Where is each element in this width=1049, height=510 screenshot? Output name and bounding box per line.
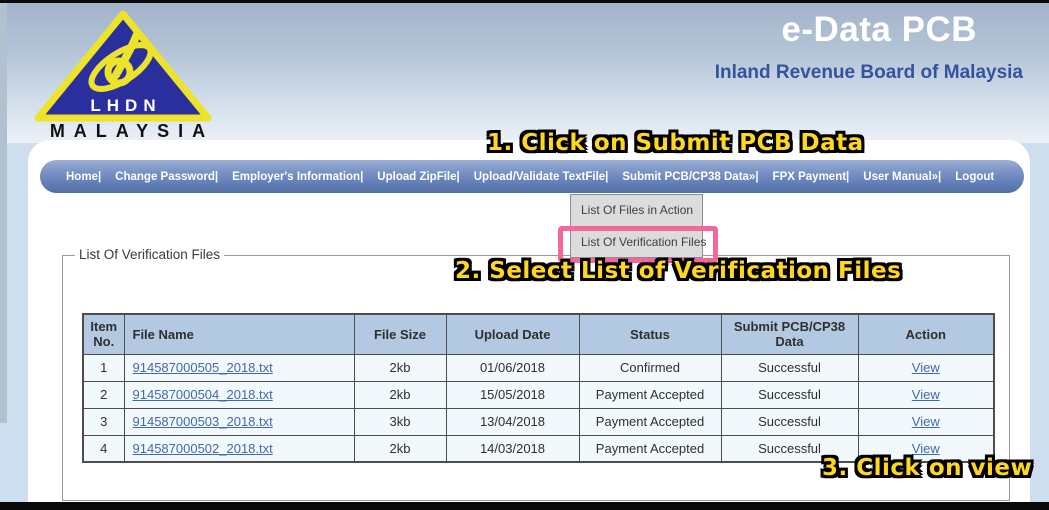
header-upload-date: Upload Date <box>445 313 580 355</box>
nav-item-user-manual[interactable]: User Manual»| <box>863 171 941 183</box>
cell-upload-date: 14/03/2018 <box>445 434 580 463</box>
file-link[interactable]: 914587000503_2018.txt <box>133 414 273 429</box>
header-file-size: File Size <box>353 313 447 355</box>
cell-file-name: 914587000502_2018.txt <box>123 434 355 463</box>
nav-item-logout[interactable]: Logout <box>955 171 994 183</box>
main-navbar: Home| Change Password| Employer's Inform… <box>40 160 1024 193</box>
cell-status: Payment Accepted <box>578 434 722 463</box>
file-link[interactable]: 914587000504_2018.txt <box>133 387 273 402</box>
nav-item-fpx-payment[interactable]: FPX Payment| <box>773 171 850 183</box>
bottom-border <box>0 502 1049 510</box>
cell-item-no: 1 <box>82 353 125 382</box>
cell-item-no: 3 <box>82 407 125 436</box>
cell-file-size: 2kb <box>353 380 447 409</box>
table-row: 3 914587000503_2018.txt 3kb 13/04/2018 P… <box>82 407 995 436</box>
view-link[interactable]: View <box>912 387 940 402</box>
cell-item-no: 4 <box>82 434 125 463</box>
view-link[interactable]: View <box>912 441 940 456</box>
nav-item-submit-pcb-cp38-data[interactable]: Submit PCB/CP38 Data»| <box>622 171 758 183</box>
logo-acronym: LHDN <box>90 96 162 115</box>
file-link[interactable]: 914587000505_2018.txt <box>133 360 273 375</box>
logo-country: MALAYSIA <box>49 121 215 141</box>
cell-file-name: 914587000505_2018.txt <box>123 353 355 382</box>
cell-file-name: 914587000504_2018.txt <box>123 380 355 409</box>
table-row: 1 914587000505_2018.txt 2kb 01/06/2018 C… <box>82 353 995 382</box>
edata-pcb-page: LHDN MALAYSIA e-Data PCB Inland Revenue … <box>0 0 1049 510</box>
annotation-step3: 3. Click on view <box>822 455 1033 481</box>
nav-item-upload-validate-textfile[interactable]: Upload/Validate TextFile| <box>474 171 609 183</box>
cell-upload-date: 15/05/2018 <box>445 380 580 409</box>
cell-submit-data: Successful <box>720 380 859 409</box>
section-legend: List Of Verification Files <box>75 247 225 262</box>
table-row: 2 914587000504_2018.txt 2kb 15/05/2018 P… <box>82 380 995 409</box>
header-status: Status <box>578 313 722 355</box>
annotation-step1: 1. Click on Submit PCB Data <box>487 130 864 156</box>
lhdn-logo: LHDN MALAYSIA <box>28 8 218 141</box>
cell-action: View <box>857 380 995 409</box>
nav-item-employers-information[interactable]: Employer's Information| <box>232 171 363 183</box>
file-link[interactable]: 914587000502_2018.txt <box>133 441 273 456</box>
header-file-name: File Name <box>123 313 355 355</box>
cell-file-size: 2kb <box>353 353 447 382</box>
cell-action: View <box>857 353 995 382</box>
cell-upload-date: 13/04/2018 <box>445 407 580 436</box>
cell-file-name: 914587000503_2018.txt <box>123 407 355 436</box>
nav-item-change-password[interactable]: Change Password| <box>115 171 218 183</box>
view-link[interactable]: View <box>912 414 940 429</box>
cell-file-size: 2kb <box>353 434 447 463</box>
header-action: Action <box>857 313 995 355</box>
verification-files-table: Item No. File Name File Size Upload Date… <box>82 313 995 463</box>
annotation-step2: 2. Select List of Verification Files <box>455 258 902 284</box>
left-edge-strip <box>0 3 7 423</box>
app-title: e-Data PCB <box>781 10 977 49</box>
org-name: Inland Revenue Board of Malaysia <box>714 62 1023 83</box>
cell-upload-date: 01/06/2018 <box>445 353 580 382</box>
view-link[interactable]: View <box>912 360 940 375</box>
cell-status: Confirmed <box>578 353 722 382</box>
table-header-row: Item No. File Name File Size Upload Date… <box>82 313 995 355</box>
cell-file-size: 3kb <box>353 407 447 436</box>
header-item-no: Item No. <box>82 313 125 355</box>
cell-action: View <box>857 407 995 436</box>
cell-submit-data: Successful <box>720 407 859 436</box>
cell-item-no: 2 <box>82 380 125 409</box>
menu-item-list-of-files-in-action[interactable]: List Of Files in Action <box>571 195 702 226</box>
cell-status: Payment Accepted <box>578 407 722 436</box>
header-submit-pcb-cp38-data: Submit PCB/CP38 Data <box>720 313 859 355</box>
nav-item-home[interactable]: Home| <box>66 171 101 183</box>
cell-status: Payment Accepted <box>578 380 722 409</box>
nav-item-upload-zipfile[interactable]: Upload ZipFile| <box>377 171 459 183</box>
cell-submit-data: Successful <box>720 353 859 382</box>
